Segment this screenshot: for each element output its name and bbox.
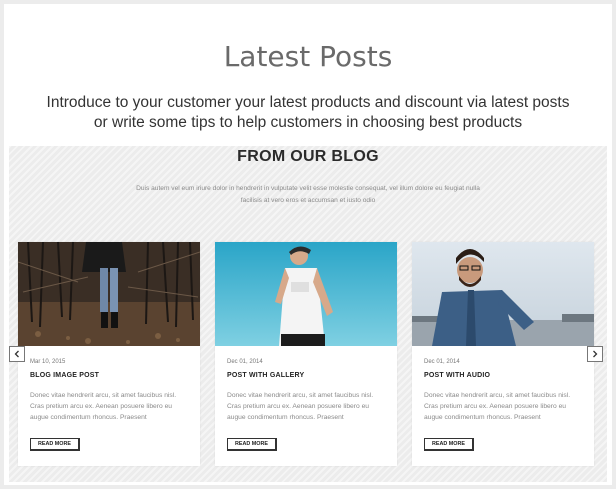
post-date: Mar 10, 2015 [30, 359, 66, 365]
intro-text: Introduce to your customer your latest p… [0, 93, 616, 133]
blog-post-card[interactable]: Mar 10, 2015 BLOG IMAGE POST Donec vitae… [18, 242, 200, 466]
blog-section: FROM OUR BLOG Duis autem vel eum iriure … [9, 146, 607, 482]
chevron-right-icon [591, 350, 599, 358]
chevron-left-icon [13, 350, 21, 358]
post-excerpt: Donec vitae hendrerit arcu, sit amet fau… [30, 392, 177, 421]
post-image-forest[interactable] [18, 242, 200, 346]
post-date: Dec 01, 2014 [227, 359, 263, 365]
blog-post-card[interactable]: Dec 01, 2014 POST WITH GALLERY Donec vit… [215, 242, 397, 466]
post-image-man-denim[interactable] [412, 242, 594, 346]
post-excerpt: Donec vitae hendrerit arcu, sit amet fau… [227, 392, 374, 421]
page-title: Latest Posts [223, 40, 393, 73]
post-title[interactable]: POST WITH GALLERY [227, 372, 304, 379]
description-line: facilisis at vero eros et accumsan et iu… [240, 197, 376, 204]
carousel-prev-button[interactable] [9, 346, 25, 362]
read-more-button[interactable]: READ MORE [30, 438, 80, 451]
carousel-next-button[interactable] [587, 346, 603, 362]
post-date: Dec 01, 2014 [424, 359, 460, 365]
post-title[interactable]: POST WITH AUDIO [424, 372, 490, 379]
post-title[interactable]: BLOG IMAGE POST [30, 372, 99, 379]
intro-line: Introduce to your customer your latest p… [46, 94, 570, 111]
post-image-man-sky[interactable] [215, 242, 397, 346]
description-line: Duis autem vel eum iriure dolor in hendr… [136, 185, 480, 192]
blog-section-title: FROM OUR BLOG [237, 148, 379, 165]
read-more-button[interactable]: READ MORE [227, 438, 277, 451]
post-excerpt: Donec vitae hendrerit arcu, sit amet fau… [424, 392, 571, 421]
blog-post-card[interactable]: Dec 01, 2014 POST WITH AUDIO Donec vitae… [412, 242, 594, 466]
blog-section-description: Duis autem vel eum iriure dolor in hendr… [119, 183, 497, 207]
intro-line: or write some tips to help customers in … [93, 114, 523, 131]
read-more-button[interactable]: READ MORE [424, 438, 474, 451]
